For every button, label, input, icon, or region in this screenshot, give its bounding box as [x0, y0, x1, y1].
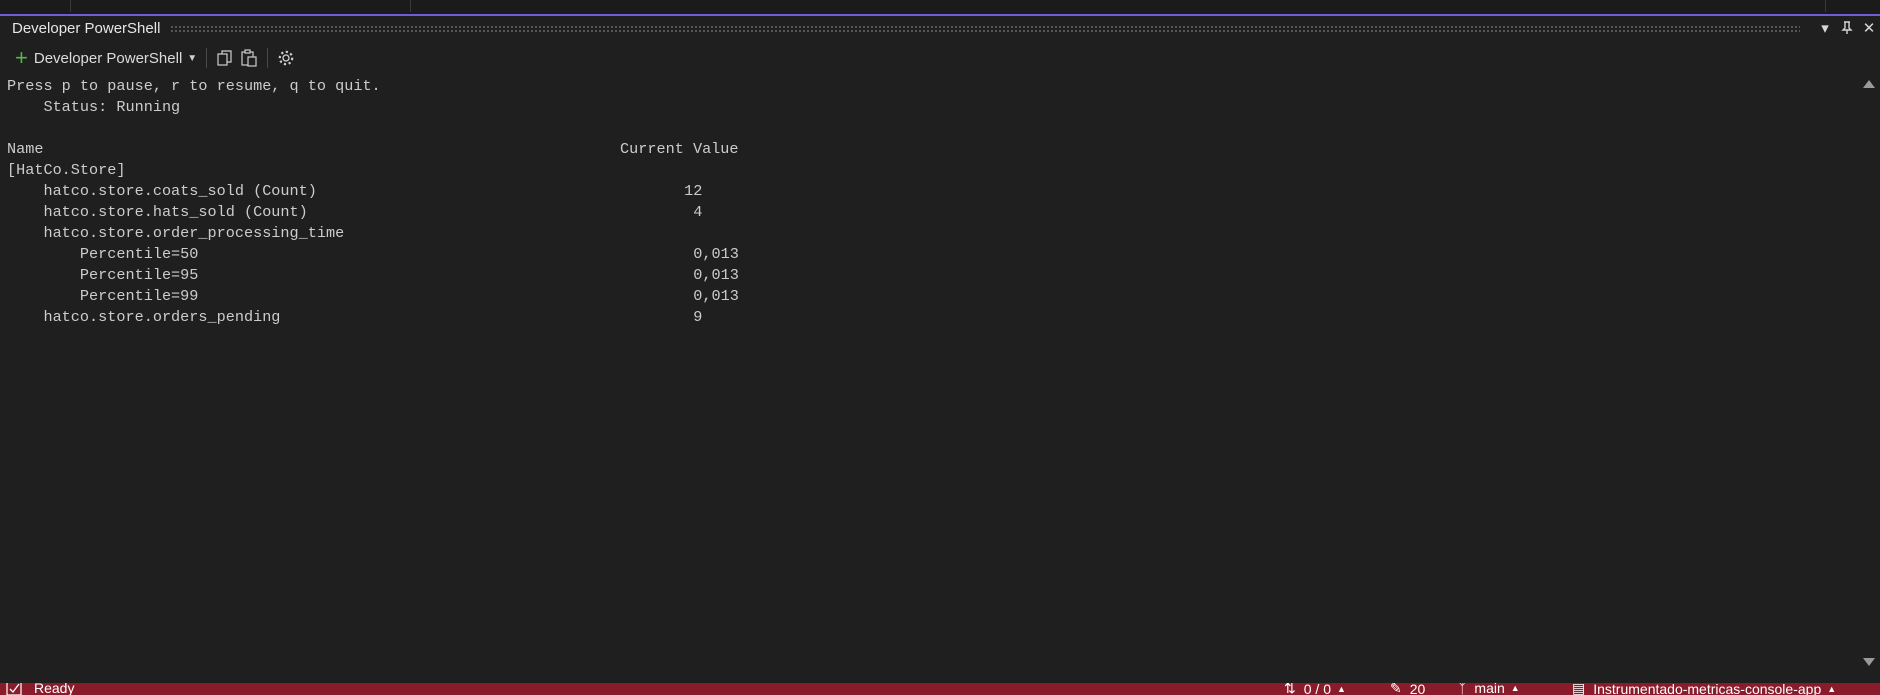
sync-arrows-icon: ⇅ [1284, 683, 1296, 695]
terminal-line: hatco.store.hats_sold (Count) 4 [7, 202, 1847, 223]
add-icon: + [15, 45, 28, 70]
status-text: Ready [34, 683, 75, 695]
panel-title: Developer PowerShell [12, 19, 161, 37]
terminal-line-text: hatco.store.orders_pending [7, 308, 281, 326]
terminal-line-text: hatco.store.coats_sold (Count) [7, 182, 317, 200]
window-menu-icon[interactable]: ▾ [1814, 17, 1836, 39]
scroll-up-icon[interactable] [1863, 80, 1875, 88]
metric-value: Current Value [620, 140, 739, 158]
terminal-output[interactable]: Press p to pause, r to resume, q to quit… [7, 76, 1847, 666]
toolbar-separator [206, 48, 208, 68]
paste-icon [241, 49, 257, 67]
drag-grip[interactable] [170, 24, 1800, 32]
terminal-line-text: hatco.store.order_processing_time [7, 224, 345, 242]
vertical-scrollbar[interactable] [1858, 76, 1878, 674]
terminal-profile-label: Developer PowerShell [33, 49, 183, 67]
chevron-up-icon: ▲ [1336, 683, 1346, 694]
repository-name: Instrumentado-metricas-console-app [1593, 683, 1822, 695]
document-tab[interactable] [70, 0, 411, 12]
terminal-line-text: hatco.store.hats_sold (Count) [7, 203, 308, 221]
terminal-line-text: Percentile=95 [7, 266, 199, 284]
metric-value: 4 [693, 203, 703, 221]
copy-icon [217, 50, 232, 66]
pencil-icon: ✎ [1390, 683, 1402, 695]
metric-value: 9 [693, 308, 703, 326]
terminal-line: Name Current Value [7, 139, 1847, 160]
metric-value: 12 [684, 182, 703, 200]
metric-value: 0,013 [693, 266, 739, 284]
scroll-down-icon[interactable] [1863, 658, 1875, 666]
terminal-line-text: Press p to pause, r to resume, q to quit… [7, 77, 381, 95]
tool-window-titlebar: Developer PowerShell ▾ ✕ [0, 16, 1880, 40]
terminal-line: Percentile=99 0,013 [7, 286, 1847, 307]
branch-name: main [1474, 683, 1505, 695]
changes-count: 0 / 0 [1303, 683, 1331, 695]
branch-button[interactable]: ᛉ main ▲ [1458, 683, 1520, 695]
terminal-line: [HatCo.Store] [7, 160, 1847, 181]
terminal-line-text: Percentile=99 [7, 287, 199, 305]
copy-button[interactable] [213, 46, 237, 70]
pin-icon[interactable] [1836, 17, 1858, 39]
gear-icon [278, 50, 294, 66]
terminal-line-text: Percentile=50 [7, 245, 199, 263]
terminal-toolbar: + Developer PowerShell ▼ [0, 44, 1880, 72]
document-tab[interactable] [0, 0, 71, 12]
terminal-line: Status: Running [7, 97, 1847, 118]
paste-button[interactable] [237, 46, 261, 70]
terminal-line-text: [HatCo.Store] [7, 161, 126, 179]
terminal-line: Percentile=50 0,013 [7, 244, 1847, 265]
terminal-line-text: Status: Running [7, 98, 181, 116]
terminal-line: hatco.store.orders_pending 9 [7, 307, 1847, 328]
terminal-line: Percentile=95 0,013 [7, 265, 1847, 286]
chevron-up-icon: ▲ [1827, 683, 1837, 694]
terminal-line: hatco.store.coats_sold (Count) 12 [7, 181, 1847, 202]
status-ready: Ready [6, 683, 74, 695]
document-tab[interactable] [1770, 0, 1826, 12]
branch-icon: ᛉ [1458, 683, 1467, 695]
metric-value: 0,013 [693, 245, 739, 263]
close-icon[interactable]: ✕ [1858, 17, 1880, 39]
source-changes-button[interactable]: ⇅ 0 / 0 ▲ [1284, 683, 1346, 695]
repository-button[interactable]: ▤ Instrumentado-metricas-console-app ▲ [1572, 683, 1836, 695]
toolbar-separator [267, 48, 269, 68]
terminal-line: hatco.store.order_processing_time [7, 223, 1847, 244]
repository-icon: ▤ [1572, 683, 1586, 695]
settings-button[interactable] [274, 46, 298, 70]
terminal-line-text: Name [7, 140, 44, 158]
edits-count: 20 [1409, 683, 1426, 695]
terminal-line: Press p to pause, r to resume, q to quit… [7, 76, 1847, 97]
chevron-down-icon[interactable]: ▼ [187, 53, 197, 64]
status-bar: Ready ⇅ 0 / 0 ▲ ✎ 20 ᛉ main ▲ ▤ Instrume… [0, 683, 1880, 695]
document-tab-strip [0, 0, 1880, 16]
pending-edits-button[interactable]: ✎ 20 [1390, 683, 1425, 695]
ready-icon [6, 683, 22, 695]
new-terminal-button[interactable]: + Developer PowerShell ▼ [0, 45, 200, 71]
metric-value: 0,013 [693, 287, 739, 305]
chevron-up-icon: ▲ [1510, 683, 1520, 693]
